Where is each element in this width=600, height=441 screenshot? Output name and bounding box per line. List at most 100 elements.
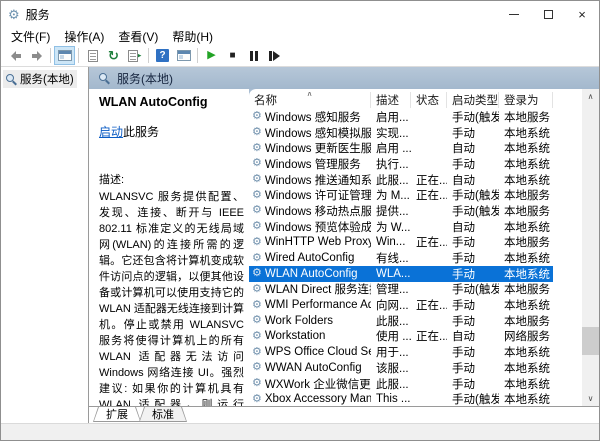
menu-item-view[interactable]: 查看(V): [111, 28, 165, 45]
service-logon-cell: 本地系统: [504, 253, 550, 266]
table-row[interactable]: ⚙Windows 推送通知系统服务此服... 正在... 自动 本地系统: [249, 172, 553, 188]
service-name-text: Xbox Accessory Manage...: [264, 393, 371, 406]
service-startup-cell: 手动(触发...: [452, 284, 499, 297]
table-row[interactable]: ⚙WinHTTP Web Proxy Aut... Win... 正在... 手动 本地…: [249, 235, 553, 251]
console-tree: 服务(本地): [1, 67, 89, 423]
service-name-text: Windows 推送通知系统服务: [264, 174, 371, 187]
tab-extended[interactable]: 扩展: [93, 407, 141, 422]
stop-service-icon[interactable]: ■: [222, 46, 243, 65]
column-header-name[interactable]: 名称 ∧: [249, 92, 371, 108]
service-name-text: WPS Office Cloud Service: [264, 346, 371, 359]
column-header-startup[interactable]: 启动类型: [447, 92, 499, 108]
maximize-button[interactable]: [531, 2, 565, 26]
show-console-tree-icon[interactable]: [54, 46, 75, 65]
vertical-scrollbar[interactable]: ∧ ∨: [582, 89, 599, 406]
menu-item-file[interactable]: 文件(F): [4, 28, 57, 45]
tab-standard[interactable]: 标准: [139, 407, 187, 422]
extended-view-icon[interactable]: [173, 46, 194, 65]
scroll-up-icon[interactable]: ∧: [582, 89, 599, 104]
menu-item-help[interactable]: 帮助(H): [165, 28, 220, 45]
service-name-text: WinHTTP Web Proxy Aut...: [264, 236, 371, 249]
service-status-cell: [411, 391, 447, 406]
properties-icon[interactable]: [82, 46, 103, 65]
service-name-text: Windows 预览体验成员服务: [264, 221, 371, 234]
service-desc-cell: 向网...: [376, 300, 409, 313]
tree-item-services-local[interactable]: 服务(本地): [3, 70, 77, 88]
table-row[interactable]: ⚙Windows 预览体验成员服务为 W... 自动 本地系统: [249, 219, 553, 235]
start-service-icon[interactable]: ▶: [201, 46, 222, 65]
service-logon-cell: 本地系统: [504, 268, 550, 281]
minimize-button[interactable]: [497, 2, 531, 26]
service-name-cell: ⚙WLAN Direct 服务连接管...: [249, 282, 371, 298]
table-row[interactable]: ⚙WPS Office Cloud Service 用于... 手动 本地系统: [249, 344, 553, 360]
start-service-link[interactable]: 启动此服务: [99, 123, 244, 140]
table-row[interactable]: ⚙Windows 感知模拟服务实现... 手动 本地系统: [249, 125, 553, 141]
right-pane: 服务(本地) WLAN AutoConfig 启动此服务 描述: WLANSVC…: [89, 67, 599, 423]
table-row[interactable]: ⚙ WWAN AutoConfig 该服... 手动 本地系统: [249, 360, 553, 376]
service-logon-cell: 本地系统: [504, 300, 550, 313]
restart-service-icon[interactable]: [264, 46, 285, 65]
service-name-cell: ⚙ Work Folders: [249, 313, 371, 329]
service-gear-icon: ⚙: [252, 251, 262, 264]
services-node-icon: [5, 73, 17, 85]
table-row[interactable]: ⚙ Windows 管理服务 执行... 手动 本地系统: [249, 156, 553, 172]
service-gear-icon: ⚙: [252, 141, 262, 154]
service-name-text: Wired AutoConfig: [264, 252, 355, 265]
close-button[interactable]: ×: [565, 2, 599, 26]
service-startup-cell: 手动: [452, 362, 475, 375]
column-header-desc[interactable]: 描述: [371, 92, 411, 108]
service-status-cell: [411, 376, 447, 392]
table-row[interactable]: ⚙WMI Performance Adapt... 向网... 正在... 手动 本地系…: [249, 297, 553, 313]
service-status-cell: [411, 125, 447, 141]
service-gear-icon: ⚙: [252, 110, 262, 123]
refresh-icon[interactable]: ↻: [103, 46, 124, 65]
toolbar-separator: [148, 48, 149, 63]
service-gear-icon: ⚙: [252, 204, 262, 217]
export-list-icon[interactable]: ▶: [124, 46, 145, 65]
service-name-cell: ⚙WPS Office Cloud Service: [249, 344, 371, 360]
service-startup-cell: 手动(触发...: [452, 394, 499, 406]
table-row[interactable]: ⚙Windows 更新医生服务启用 ... 自动 本地系统: [249, 140, 553, 156]
service-name-cell: ⚙Windows 许可证管理器服务: [249, 187, 371, 203]
table-row[interactable]: ⚙Windows 感知服务启用...手动(触发...本地服务: [249, 109, 553, 125]
table-row[interactable]: ⚙ Workstation 使用 ... 正在... 自动 网络服务: [249, 329, 553, 345]
service-status-cell: [411, 109, 447, 125]
table-row[interactable]: ⚙WXWork 企业微信更新服务此服... 手动 本地系统: [249, 376, 553, 392]
column-header-logon[interactable]: 登录为: [499, 92, 553, 108]
service-startup-cell: 手动: [452, 237, 475, 250]
table-row[interactable]: ⚙Xbox Accessory Manage... This ... 手动(触发..…: [249, 391, 553, 406]
service-startup-cell: 手动: [452, 347, 475, 360]
back-icon[interactable]: [5, 46, 26, 65]
service-startup-cell: 手动: [452, 300, 475, 313]
service-desc-cell: 此服...: [376, 315, 409, 328]
service-status-cell: [411, 203, 447, 219]
service-desc-cell: 用于...: [376, 347, 409, 360]
table-row[interactable]: ⚙ Wired AutoConfig 有线... 手动 本地系统: [249, 250, 553, 266]
forward-icon[interactable]: [26, 46, 47, 65]
table-row[interactable]: ⚙Windows 许可证管理器服务为 M... 正在... 手动(触发... 本地服务: [249, 187, 553, 203]
service-gear-icon: ⚙: [252, 235, 262, 248]
column-header-status[interactable]: 状态: [411, 92, 447, 108]
service-desc-cell: 为 M...: [376, 190, 410, 203]
content-area: WLAN AutoConfig 启动此服务 描述: WLANSVC 服务提供配置…: [89, 89, 599, 406]
pause-service-icon[interactable]: [243, 46, 264, 65]
start-link-text[interactable]: 启动: [99, 125, 123, 139]
table-row[interactable]: ⚙WLAN Direct 服务连接管... 管理... 手动(触发... 本地服务: [249, 282, 553, 298]
service-startup-cell: 手动: [452, 378, 475, 391]
table-row[interactable]: ⚙ WLAN AutoConfig WLA... 手动 本地系统: [249, 265, 553, 282]
table-row[interactable]: ⚙ Work Folders 此服... 手动 本地服务: [249, 313, 553, 329]
service-name-cell: ⚙Windows 更新医生服务: [249, 140, 371, 156]
menu-item-action[interactable]: 操作(A): [57, 28, 111, 45]
scroll-down-icon[interactable]: ∨: [582, 391, 599, 406]
help-icon[interactable]: ?: [152, 46, 173, 65]
service-startup-cell: 自动: [452, 174, 475, 187]
table-row[interactable]: ⚙Windows 移动热点服务提供... 手动(触发... 本地服务: [249, 203, 553, 219]
tab-extended-label: 扩展: [94, 407, 140, 421]
service-desc-cell: This ...: [376, 393, 411, 406]
service-status-cell: [411, 266, 447, 282]
scrollbar-thumb[interactable]: [582, 327, 599, 355]
service-gear-icon: ⚙: [252, 392, 262, 405]
service-logon-cell: 本地系统: [504, 221, 550, 234]
service-name-cell: ⚙Windows 移动热点服务: [249, 203, 371, 219]
service-gear-icon: ⚙: [252, 298, 262, 311]
